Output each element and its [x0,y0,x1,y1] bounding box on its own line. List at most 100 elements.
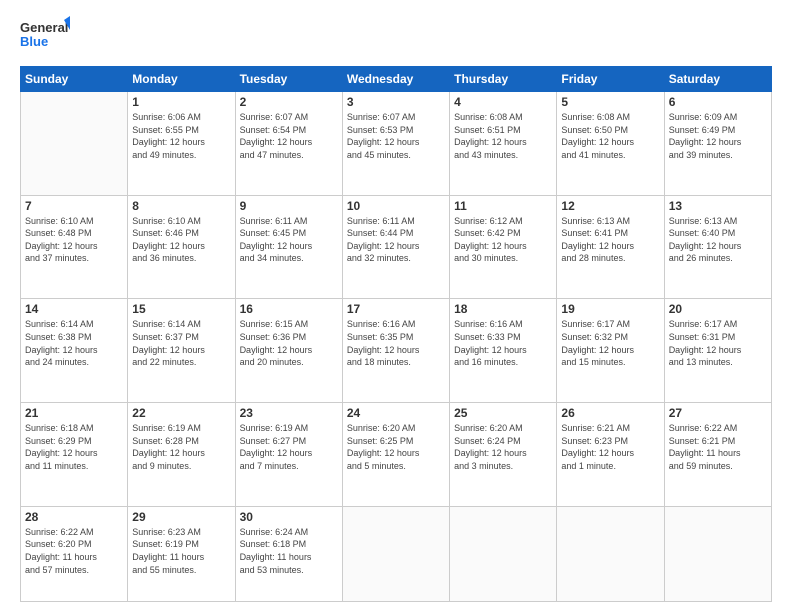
logo: General Blue [20,16,70,58]
day-info: Sunrise: 6:15 AMSunset: 6:36 PMDaylight:… [240,318,338,368]
weekday-header-tuesday: Tuesday [235,67,342,92]
day-number: 2 [240,95,338,109]
day-number: 20 [669,302,767,316]
calendar-cell: 27 Sunrise: 6:22 AMSunset: 6:21 PMDayligh… [664,403,771,507]
day-info: Sunrise: 6:11 AMSunset: 6:45 PMDaylight:… [240,215,338,265]
calendar-cell: 12 Sunrise: 6:13 AMSunset: 6:41 PMDayligh… [557,195,664,299]
day-info: Sunrise: 6:13 AMSunset: 6:40 PMDaylight:… [669,215,767,265]
calendar-cell: 19Sunrise: 6:17 AMSunset: 6:32 PMDayligh… [557,299,664,403]
weekday-header-sunday: Sunday [21,67,128,92]
calendar-cell: 5 Sunrise: 6:08 AMSunset: 6:50 PMDaylight… [557,92,664,196]
calendar-cell: 6 Sunrise: 6:09 AMSunset: 6:49 PMDaylight… [664,92,771,196]
day-number: 15 [132,302,230,316]
day-number: 27 [669,406,767,420]
calendar-cell: 2 Sunrise: 6:07 AMSunset: 6:54 PMDaylight… [235,92,342,196]
day-info: Sunrise: 6:13 AMSunset: 6:41 PMDaylight:… [561,215,659,265]
day-info: Sunrise: 6:20 AMSunset: 6:25 PMDaylight:… [347,422,445,472]
calendar-table: SundayMondayTuesdayWednesdayThursdayFrid… [20,66,772,602]
day-number: 26 [561,406,659,420]
day-number: 5 [561,95,659,109]
calendar-cell: 9 Sunrise: 6:11 AMSunset: 6:45 PMDaylight… [235,195,342,299]
day-number: 30 [240,510,338,524]
weekday-header-thursday: Thursday [450,67,557,92]
weekday-header-wednesday: Wednesday [342,67,449,92]
day-number: 21 [25,406,123,420]
calendar-cell: 22Sunrise: 6:19 AMSunset: 6:28 PMDayligh… [128,403,235,507]
day-number: 23 [240,406,338,420]
day-info: Sunrise: 6:10 AMSunset: 6:46 PMDaylight:… [132,215,230,265]
page: General Blue SundayMondayTuesdayWednesda… [0,0,792,612]
day-number: 14 [25,302,123,316]
day-info: Sunrise: 6:23 AMSunset: 6:19 PMDaylight:… [132,526,230,576]
calendar-cell: 15 Sunrise: 6:14 AMSunset: 6:37 PMDayligh… [128,299,235,403]
calendar-cell: 17 Sunrise: 6:16 AMSunset: 6:35 PMDayligh… [342,299,449,403]
logo-svg: General Blue [20,16,70,58]
day-number: 19 [561,302,659,316]
calendar-cell: 1 Sunrise: 6:06 AMSunset: 6:55 PMDaylight… [128,92,235,196]
calendar-cell [21,92,128,196]
calendar-cell: 23 Sunrise: 6:19 AMSunset: 6:27 PMDayligh… [235,403,342,507]
day-info: Sunrise: 6:14 AMSunset: 6:37 PMDaylight:… [132,318,230,368]
calendar-cell: 20Sunrise: 6:17 AMSunset: 6:31 PMDayligh… [664,299,771,403]
calendar-cell: 28 Sunrise: 6:22 AMSunset: 6:20 PMDayligh… [21,506,128,601]
calendar-cell: 7 Sunrise: 6:10 AMSunset: 6:48 PMDaylight… [21,195,128,299]
day-info: Sunrise: 6:18 AMSunset: 6:29 PMDaylight:… [25,422,123,472]
calendar-cell: 13 Sunrise: 6:13 AMSunset: 6:40 PMDayligh… [664,195,771,299]
day-number: 12 [561,199,659,213]
day-number: 13 [669,199,767,213]
day-info: Sunrise: 6:16 AMSunset: 6:35 PMDaylight:… [347,318,445,368]
calendar-cell: 16Sunrise: 6:15 AMSunset: 6:36 PMDayligh… [235,299,342,403]
day-number: 17 [347,302,445,316]
calendar-cell: 26 Sunrise: 6:21 AMSunset: 6:23 PMDayligh… [557,403,664,507]
day-info: Sunrise: 6:07 AMSunset: 6:54 PMDaylight:… [240,111,338,161]
day-info: Sunrise: 6:19 AMSunset: 6:27 PMDaylight:… [240,422,338,472]
day-number: 28 [25,510,123,524]
day-number: 1 [132,95,230,109]
day-number: 22 [132,406,230,420]
day-info: Sunrise: 6:21 AMSunset: 6:23 PMDaylight:… [561,422,659,472]
calendar-cell: 3 Sunrise: 6:07 AMSunset: 6:53 PMDaylight… [342,92,449,196]
day-number: 24 [347,406,445,420]
day-info: Sunrise: 6:08 AMSunset: 6:50 PMDaylight:… [561,111,659,161]
day-number: 3 [347,95,445,109]
calendar-cell: 24 Sunrise: 6:20 AMSunset: 6:25 PMDayligh… [342,403,449,507]
weekday-header-row: SundayMondayTuesdayWednesdayThursdayFrid… [21,67,772,92]
calendar-cell [664,506,771,601]
calendar-cell: 25Sunrise: 6:20 AMSunset: 6:24 PMDayligh… [450,403,557,507]
calendar-cell: 4Sunrise: 6:08 AMSunset: 6:51 PMDaylight… [450,92,557,196]
svg-text:General: General [20,20,68,35]
calendar-cell: 8 Sunrise: 6:10 AMSunset: 6:46 PMDaylight… [128,195,235,299]
week-row-0: 1 Sunrise: 6:06 AMSunset: 6:55 PMDaylight… [21,92,772,196]
calendar-cell: 11Sunrise: 6:12 AMSunset: 6:42 PMDayligh… [450,195,557,299]
header: General Blue [20,16,772,58]
day-info: Sunrise: 6:06 AMSunset: 6:55 PMDaylight:… [132,111,230,161]
calendar-cell: 29Sunrise: 6:23 AMSunset: 6:19 PMDayligh… [128,506,235,601]
day-info: Sunrise: 6:22 AMSunset: 6:21 PMDaylight:… [669,422,767,472]
calendar-cell [557,506,664,601]
weekday-header-friday: Friday [557,67,664,92]
week-row-3: 21 Sunrise: 6:18 AMSunset: 6:29 PMDayligh… [21,403,772,507]
day-info: Sunrise: 6:10 AMSunset: 6:48 PMDaylight:… [25,215,123,265]
svg-text:Blue: Blue [20,34,48,49]
day-info: Sunrise: 6:22 AMSunset: 6:20 PMDaylight:… [25,526,123,576]
weekday-header-saturday: Saturday [664,67,771,92]
weekday-header-monday: Monday [128,67,235,92]
calendar-cell [342,506,449,601]
day-number: 8 [132,199,230,213]
day-info: Sunrise: 6:24 AMSunset: 6:18 PMDaylight:… [240,526,338,576]
day-number: 18 [454,302,552,316]
day-number: 11 [454,199,552,213]
week-row-2: 14Sunrise: 6:14 AMSunset: 6:38 PMDayligh… [21,299,772,403]
day-info: Sunrise: 6:09 AMSunset: 6:49 PMDaylight:… [669,111,767,161]
calendar-cell: 30 Sunrise: 6:24 AMSunset: 6:18 PMDayligh… [235,506,342,601]
day-number: 7 [25,199,123,213]
calendar-cell: 10 Sunrise: 6:11 AMSunset: 6:44 PMDayligh… [342,195,449,299]
day-info: Sunrise: 6:11 AMSunset: 6:44 PMDaylight:… [347,215,445,265]
day-number: 9 [240,199,338,213]
day-number: 10 [347,199,445,213]
day-number: 6 [669,95,767,109]
day-info: Sunrise: 6:16 AMSunset: 6:33 PMDaylight:… [454,318,552,368]
calendar-cell: 18 Sunrise: 6:16 AMSunset: 6:33 PMDayligh… [450,299,557,403]
day-info: Sunrise: 6:07 AMSunset: 6:53 PMDaylight:… [347,111,445,161]
day-info: Sunrise: 6:08 AMSunset: 6:51 PMDaylight:… [454,111,552,161]
